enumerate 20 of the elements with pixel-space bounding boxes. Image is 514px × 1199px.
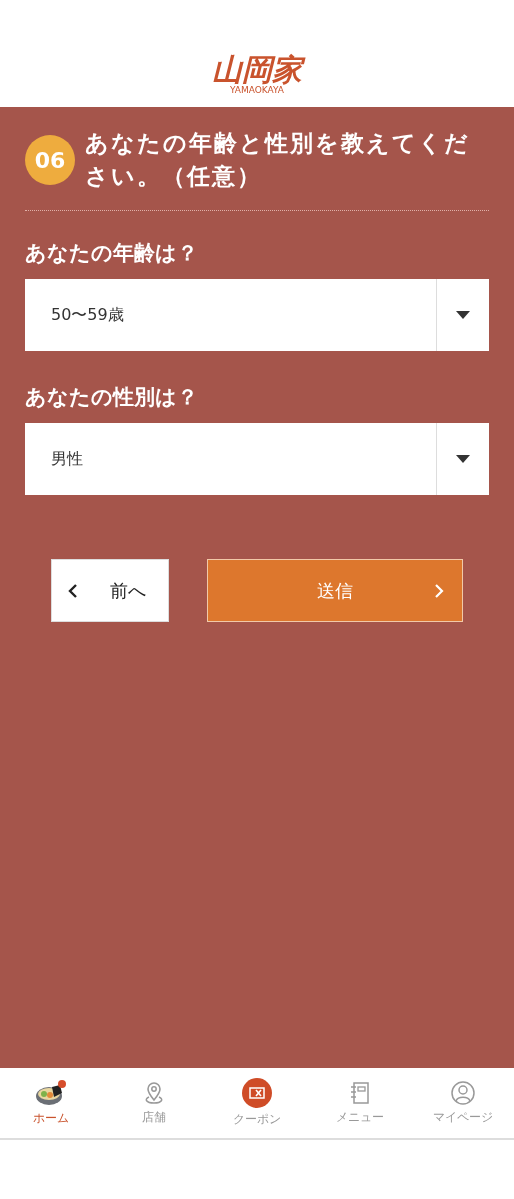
user-icon (449, 1080, 476, 1106)
nav-tab[interactable]: 店舗 (102, 1068, 206, 1138)
select-field[interactable]: 男性 (25, 423, 489, 495)
nav-tab[interactable]: ホーム (0, 1068, 103, 1138)
nav-tab[interactable]: メニュー (308, 1068, 412, 1138)
nav-tab[interactable]: クーポン (205, 1068, 309, 1138)
dropdown-icon (456, 311, 470, 319)
coupon-icon (242, 1078, 272, 1108)
question-title: あなたの年齢と性別を教えてください。（任意） (85, 129, 471, 191)
chevron-right-icon (434, 584, 444, 598)
chevron-left-icon (68, 583, 78, 598)
select-field[interactable]: 50〜59歳 (25, 279, 489, 351)
submit-button[interactable]: 送信 (207, 559, 463, 622)
back-button[interactable]: 前へ (51, 559, 169, 622)
field-label: あなたの年齢は？ (25, 240, 199, 267)
nav-tab[interactable]: マイページ (411, 1068, 514, 1138)
ramen-bowl-icon (34, 1079, 69, 1107)
dropdown-icon (456, 455, 470, 463)
question-number: 06 (25, 135, 75, 185)
field-label: あなたの性別は？ (25, 384, 199, 411)
